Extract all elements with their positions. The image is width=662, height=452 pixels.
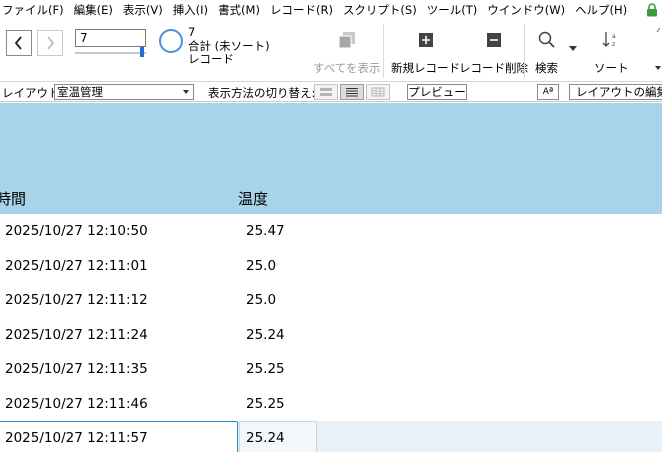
time-field[interactable]: 2025/10/27 12:11:35 — [5, 352, 148, 387]
toolbar-divider — [524, 24, 525, 78]
menu-insert[interactable]: 挿入(I) — [169, 0, 214, 20]
menu-bar: ファイル(F) 編集(E) 表示(V) 挿入(I) 書式(M) レコード(R) … — [0, 0, 662, 20]
form-view-icon — [320, 88, 332, 96]
chevron-left-icon — [14, 36, 22, 50]
time-field[interactable]: 2025/10/27 12:11:46 — [5, 387, 148, 422]
temp-field[interactable]: 25.0 — [246, 249, 276, 284]
delete-record-label: レコード削除 — [459, 61, 528, 75]
temp-field[interactable]: 25.24 — [246, 318, 285, 353]
show-all-icon — [338, 32, 355, 49]
list-header: 時間 温度 — [0, 103, 662, 214]
table-row[interactable]: 2025/10/27 12:11:01 25.0 — [0, 249, 662, 284]
toolbar-divider — [383, 24, 384, 78]
menu-help[interactable]: ヘルプ(H) — [571, 0, 633, 20]
found-count: 7 — [188, 25, 196, 39]
menu-view[interactable]: 表示(V) — [119, 0, 169, 20]
show-all-button[interactable]: すべてを表示 — [313, 26, 381, 76]
lock-icon — [647, 3, 657, 17]
table-row[interactable]: 2025/10/27 12:11:24 25.24 — [0, 318, 662, 353]
next-record-button[interactable] — [37, 30, 63, 56]
svg-text:z: z — [612, 41, 615, 48]
view-as-list-button[interactable] — [340, 84, 364, 100]
find-dropdown-chevron-icon[interactable] — [569, 46, 577, 52]
sort-button[interactable]: a z ソート — [594, 26, 629, 76]
new-record-button[interactable]: 新規レコード — [391, 26, 460, 76]
menu-window[interactable]: ウインドウ(W) — [483, 0, 571, 20]
menu-tools[interactable]: ツール(T) — [423, 0, 484, 20]
sort-icon: a z — [602, 32, 616, 48]
table-row[interactable]: 2025/10/27 12:11:46 25.25 — [0, 387, 662, 422]
time-column-header: 時間 — [0, 190, 27, 208]
new-record-label: 新規レコード — [391, 61, 460, 75]
table-row[interactable]: 2025/10/27 12:11:12 25.0 — [0, 283, 662, 318]
temp-field[interactable]: 25.47 — [246, 214, 285, 249]
view-as-label: 表示方法の切り替え: — [208, 86, 316, 100]
sort-label: ソート — [594, 61, 629, 75]
svg-text:a: a — [612, 33, 616, 40]
edit-layout-button[interactable]: レイアウトの編集 — [569, 84, 662, 100]
menu-records[interactable]: レコード(R) — [266, 0, 339, 20]
temp-field[interactable]: 25.25 — [246, 352, 285, 387]
time-field[interactable]: 2025/10/27 12:11:01 — [5, 249, 148, 284]
plus-icon — [418, 33, 433, 47]
layout-bar: レイアウト: 室温管理 表示方法の切り替え: プレビュー Aª レイアウトの編集 — [0, 82, 662, 102]
chevron-down-icon — [183, 90, 189, 94]
layout-select-value: 室温管理 — [57, 85, 103, 99]
view-as-table-button[interactable] — [366, 84, 390, 100]
search-icon — [538, 31, 555, 48]
status-toolbar: 7 7 合計 (未ソート) レコード すべてを表示 新規レコード レコード削除 … — [0, 20, 662, 82]
chevron-right-icon — [47, 36, 55, 50]
temp-field[interactable]: 25.24 — [246, 421, 285, 452]
table-row[interactable]: 2025/10/27 12:10:50 25.47 — [0, 214, 662, 249]
menu-edit[interactable]: 編集(E) — [70, 0, 119, 20]
record-list: 2025/10/27 12:10:50 25.47 2025/10/27 12:… — [0, 214, 662, 452]
delete-record-button[interactable]: レコード削除 — [459, 26, 528, 76]
minus-icon — [486, 33, 501, 47]
table-row-active[interactable]: 2025/10/27 12:11:57 25.24 — [0, 421, 662, 452]
find-button[interactable]: 検索 — [535, 26, 558, 76]
menu-scripts[interactable]: スクリプト(S) — [339, 0, 423, 20]
menu-file[interactable]: ファイル(F) — [0, 0, 70, 20]
temp-field[interactable]: 25.0 — [246, 283, 276, 318]
previous-record-button[interactable] — [6, 30, 32, 56]
time-field[interactable]: 2025/10/27 12:11:24 — [5, 318, 148, 353]
time-field[interactable]: 2025/10/27 12:11:57 — [5, 421, 148, 452]
temp-field[interactable]: 25.25 — [246, 387, 285, 422]
menu-format[interactable]: 書式(M) — [214, 0, 266, 20]
current-record-input[interactable]: 7 — [75, 29, 146, 47]
record-slider-thumb[interactable] — [140, 47, 144, 57]
list-view-icon — [346, 88, 358, 97]
table-view-icon — [371, 87, 385, 97]
formatting-bar-button[interactable]: Aª — [537, 84, 559, 100]
toolbar-overflow-icon[interactable] — [654, 26, 662, 76]
show-all-label: すべてを表示 — [313, 61, 381, 75]
records-label: レコード — [188, 52, 234, 66]
find-label: 検索 — [535, 61, 558, 75]
layout-select[interactable]: 室温管理 — [54, 84, 194, 100]
time-field[interactable]: 2025/10/27 12:10:50 — [5, 214, 148, 249]
view-as-form-button[interactable] — [314, 84, 338, 100]
record-slider-track[interactable] — [75, 52, 146, 54]
record-pie-icon — [159, 29, 183, 53]
time-field[interactable]: 2025/10/27 12:11:12 — [5, 283, 148, 318]
temp-column-header: 温度 — [238, 190, 269, 208]
table-row[interactable]: 2025/10/27 12:11:35 25.25 — [0, 352, 662, 387]
preview-button[interactable]: プレビュー — [407, 84, 467, 100]
